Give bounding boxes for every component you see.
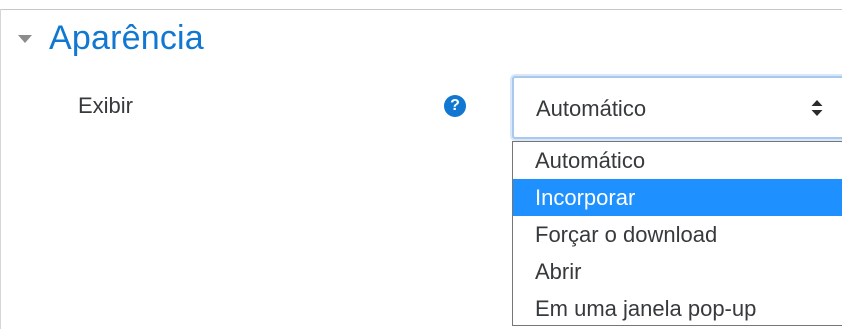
- display-field-label: Exibir: [78, 93, 134, 118]
- question-circle-icon[interactable]: ?: [444, 95, 466, 117]
- option-incorporar[interactable]: Incorporar: [513, 179, 842, 216]
- select-current-value: Automático: [536, 96, 647, 121]
- section-title: Aparência: [49, 19, 204, 57]
- frame-top-border: [0, 9, 842, 10]
- frame-left-border: [0, 9, 1, 329]
- option-popup-window[interactable]: Em uma janela pop-up: [513, 290, 842, 325]
- option-forcar-download[interactable]: Forçar o download: [513, 216, 842, 253]
- display-dropdown-list: Automático Incorporar Forçar o download …: [512, 141, 842, 326]
- option-automatico[interactable]: Automático: [513, 142, 842, 179]
- display-select[interactable]: Automático: [512, 76, 842, 139]
- option-abrir[interactable]: Abrir: [513, 253, 842, 290]
- appearance-section-header[interactable]: Aparência: [18, 18, 204, 58]
- caret-down-icon[interactable]: [18, 35, 32, 43]
- select-arrows-icon: [811, 100, 823, 116]
